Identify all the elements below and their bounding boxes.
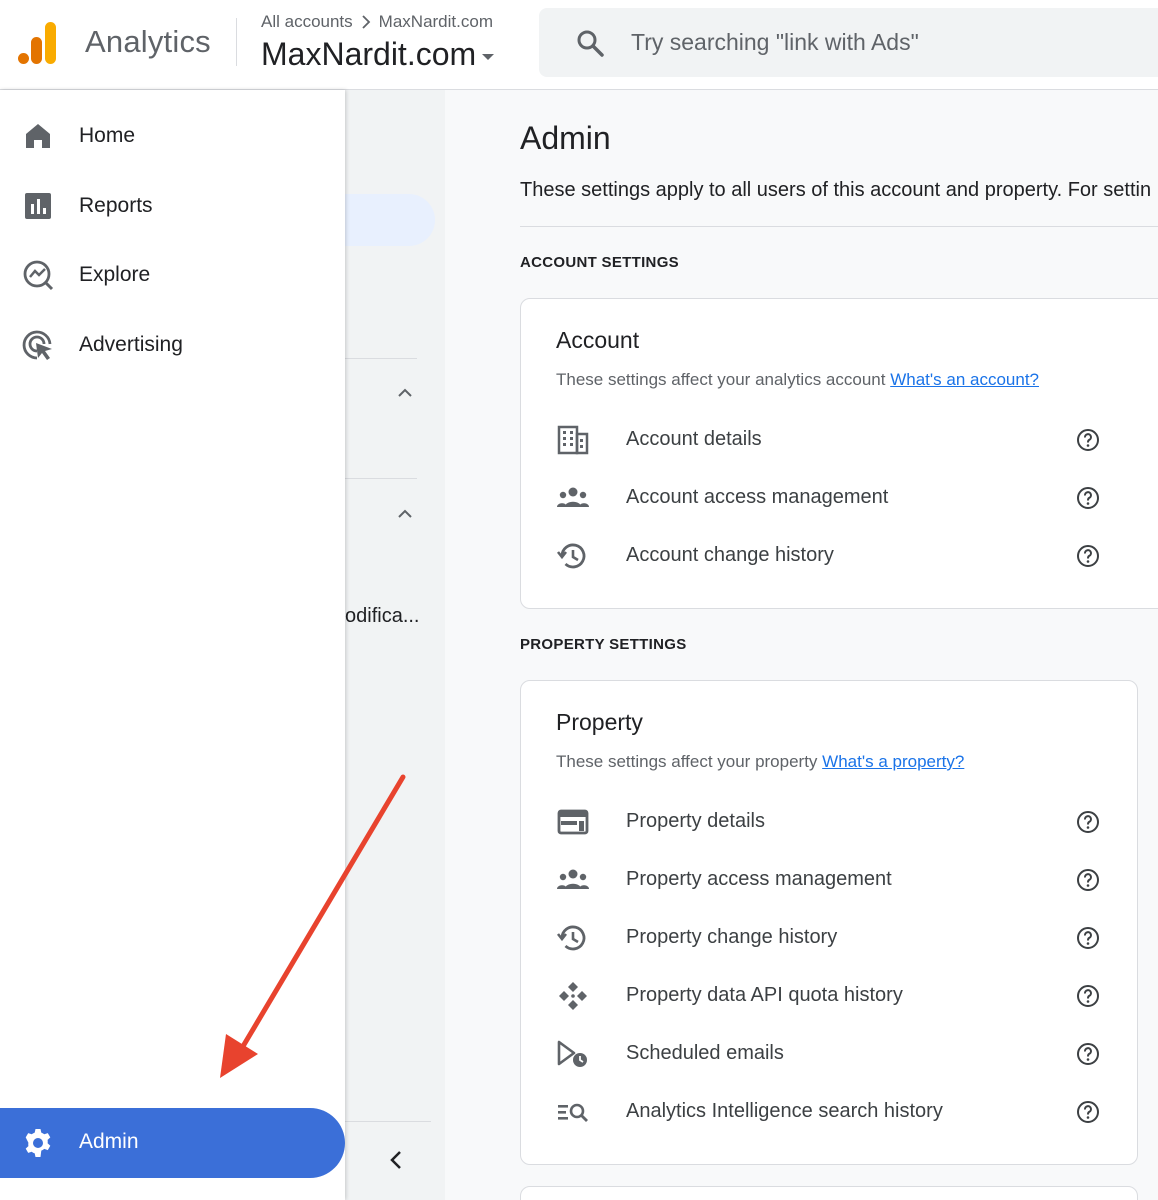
row-label: Account details [626, 428, 762, 450]
property-change-history-row[interactable]: Property change history [521, 913, 1121, 963]
header-divider [236, 18, 237, 66]
breadcrumb-property[interactable]: MaxNardit.com [379, 12, 493, 32]
scheduled-emails-row[interactable]: Scheduled emails [521, 1029, 1121, 1079]
chevron-right-icon [362, 15, 370, 29]
row-label: Scheduled emails [626, 1042, 784, 1064]
card-title: Account [556, 327, 640, 353]
divider [345, 1121, 431, 1122]
row-label: Account access management [626, 486, 889, 508]
card-description: These settings affect your property What… [556, 752, 964, 772]
background-nav-selected-pill [345, 194, 435, 246]
gear-icon [25, 1129, 51, 1157]
account-access-management-row[interactable]: Account access management [521, 473, 1121, 523]
admin-main-content: Admin These settings apply to all users … [445, 90, 1158, 1200]
navigation-drawer: Home Reports Explore Advertising Admin [0, 90, 345, 1200]
row-label: Account change history [626, 544, 834, 566]
chevron-up-icon[interactable] [395, 383, 415, 403]
advertising-icon [22, 330, 52, 360]
chevron-up-icon[interactable] [395, 504, 415, 524]
nav-item-home[interactable]: Home [0, 107, 345, 165]
account-change-history-row[interactable]: Account change history [521, 531, 1121, 581]
row-label: Analytics Intelligence search history [626, 1100, 943, 1122]
search-history-icon [558, 1103, 588, 1122]
help-icon[interactable] [1076, 486, 1100, 510]
search-icon [577, 30, 604, 57]
row-label: Property change history [626, 926, 838, 948]
row-label: Property access management [626, 868, 892, 890]
page-description: These settings apply to all users of thi… [520, 179, 1152, 201]
api-icon [559, 982, 587, 1010]
help-icon[interactable] [1076, 1042, 1100, 1066]
nav-item-label: Explore [79, 263, 151, 286]
card-description-text: These settings affect your analytics acc… [556, 370, 886, 389]
people-icon [557, 487, 589, 507]
account-settings-header: ACCOUNT SETTINGS [520, 254, 679, 271]
whats-an-account-link[interactable]: What's an account? [890, 370, 1039, 389]
page-title: Admin [520, 120, 611, 156]
card-description: These settings affect your analytics acc… [556, 370, 1039, 390]
divider [345, 478, 417, 479]
breadcrumb-account[interactable]: All accounts [261, 12, 353, 32]
nav-item-advertising[interactable]: Advertising [0, 316, 345, 374]
home-icon [26, 124, 50, 148]
nav-item-explore[interactable]: Explore [0, 246, 345, 304]
reports-icon [25, 193, 51, 219]
history-icon [556, 925, 586, 951]
nav-item-admin[interactable]: Admin [0, 1108, 345, 1178]
top-app-bar: Analytics All accounts MaxNardit.com Max… [0, 0, 1158, 90]
help-icon[interactable] [1076, 810, 1100, 834]
help-icon[interactable] [1076, 1100, 1100, 1124]
nav-item-label: Advertising [79, 333, 183, 356]
analytics-logo-icon[interactable] [18, 22, 58, 64]
nav-item-reports[interactable]: Reports [0, 177, 345, 235]
card-description-text: These settings affect your property [556, 752, 818, 771]
row-label: Property details [626, 810, 765, 832]
help-icon[interactable] [1076, 544, 1100, 568]
building-icon [557, 425, 589, 455]
background-admin-nav: odifica... [345, 90, 445, 1200]
account-details-row[interactable]: Account details [521, 415, 1121, 465]
help-icon[interactable] [1076, 926, 1100, 950]
property-data-api-quota-history-row[interactable]: Property data API quota history [521, 971, 1121, 1021]
breadcrumb[interactable]: All accounts MaxNardit.com [261, 12, 493, 32]
nav-item-label: Admin [79, 1130, 139, 1153]
property-selector[interactable]: MaxNardit.com [261, 36, 495, 73]
people-icon [557, 869, 589, 889]
whats-a-property-link[interactable]: What's a property? [822, 752, 964, 771]
divider [345, 358, 417, 359]
divider [520, 226, 1158, 227]
row-label: Property data API quota history [626, 984, 903, 1006]
help-icon[interactable] [1076, 984, 1100, 1008]
search-bar[interactable] [539, 8, 1158, 77]
nav-item-label: Home [79, 124, 136, 147]
property-details-row[interactable]: Property details [521, 797, 1121, 847]
web-icon [557, 809, 589, 835]
help-icon[interactable] [1076, 868, 1100, 892]
analytics-intelligence-search-history-row[interactable]: Analytics Intelligence search history [521, 1087, 1121, 1137]
property-access-management-row[interactable]: Property access management [521, 855, 1121, 905]
app-name: Analytics [85, 24, 211, 59]
help-icon[interactable] [1076, 428, 1100, 452]
scheduled-email-icon [557, 1040, 587, 1067]
card-title: Property [556, 709, 643, 735]
account-settings-card: Account These settings affect your analy… [520, 298, 1158, 609]
search-input[interactable] [631, 22, 1151, 62]
property-settings-header: PROPERTY SETTINGS [520, 636, 687, 653]
next-settings-card [520, 1186, 1138, 1200]
history-icon [556, 543, 586, 569]
caret-down-icon [482, 53, 495, 60]
property-selector-label: MaxNardit.com [261, 36, 477, 72]
property-settings-card: Property These settings affect your prop… [520, 680, 1138, 1165]
collapse-nav-icon[interactable] [385, 1148, 409, 1172]
nav-item-label: Reports [79, 194, 153, 217]
explore-icon [23, 260, 54, 291]
background-nav-truncated-item[interactable]: odifica... [345, 605, 425, 628]
